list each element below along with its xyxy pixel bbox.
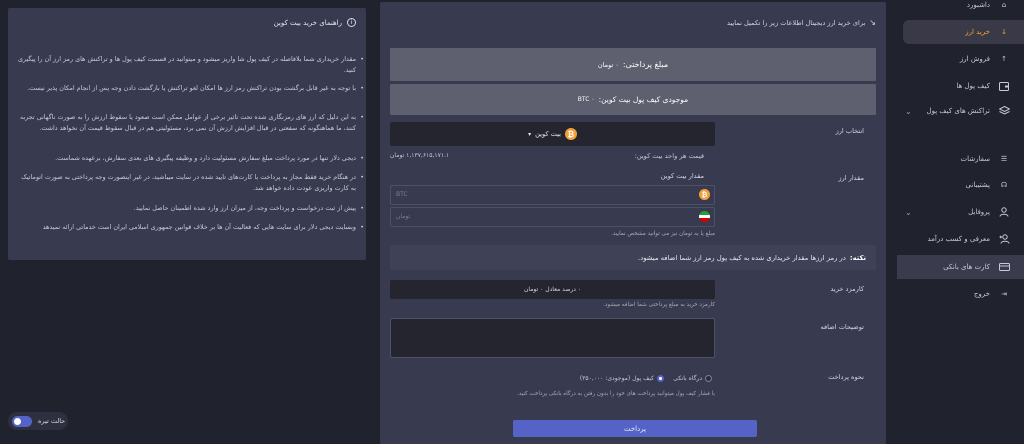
- fee-value: ۰ درصد معادل ۰ تومان: [523, 286, 582, 293]
- sidebar-item-bank-cards[interactable]: کارت های بانکی: [897, 255, 1024, 279]
- trend-down-icon: ↘: [869, 18, 876, 27]
- guide-bullet: دیجی دلار تنها در مورد پرداخت مبلغ سفارش…: [16, 153, 364, 164]
- fee-label: کارمزد خرید: [830, 285, 864, 293]
- method-wallet-option[interactable]: کیف پول (موجودی: ۳۵۰,۰۰۰): [580, 375, 664, 382]
- user-plus-icon: [998, 233, 1010, 245]
- method-gateway-label: درگاه بانکی: [673, 375, 702, 382]
- card-icon: [998, 261, 1010, 273]
- chevron-down-icon: ⌄: [905, 106, 912, 116]
- unit-price-label: قیمت هر واحد بیت کوین:: [634, 152, 704, 160]
- btc-amount-input[interactable]: ₿ BTC: [390, 185, 715, 205]
- sidebar-item-wallets[interactable]: کیف پول ها: [897, 74, 1024, 98]
- sidebar-item-label: پشتیبانی: [965, 181, 990, 189]
- sidebar-item-profile[interactable]: پروفایل ⌄: [897, 200, 1024, 224]
- unit-price-value: ۱,۱۳۷,۶۱۵,۱۷۱.۱ تومان: [390, 152, 450, 159]
- payment-amount-box: مبلغ پرداختی: ۰ تومان: [390, 48, 876, 81]
- btc-placeholder: BTC: [396, 191, 408, 198]
- arrow-down-icon: ↓: [1001, 28, 1007, 36]
- fee-field: ۰ درصد معادل ۰ تومان: [390, 280, 715, 299]
- sidebar-item-label: فروش ارز: [959, 55, 990, 63]
- headset-icon: ☊: [1000, 181, 1008, 189]
- buy-form-panel: ↘ برای خرید ارز دیجیتال اطلاعات زیر را ت…: [380, 2, 886, 444]
- guide-bullet: وبسایت دیجی دلار برای سایت هایی که فعالی…: [16, 222, 364, 233]
- iran-flag-icon: [699, 211, 710, 222]
- sidebar-item-label: خروج: [973, 290, 990, 298]
- sidebar-item-logout[interactable]: ⇥ خروج: [897, 282, 1024, 306]
- amount-hint: مبلغ یا به تومان نیز می توانید مشخص نمای…: [611, 231, 715, 237]
- balance-label: موجودی کیف پول بیت کوین:: [598, 95, 689, 104]
- chevron-down-icon: ⌄: [905, 207, 912, 217]
- guide-panel: i راهنمای خرید بیت کوین مقدار خریداری شم…: [8, 8, 366, 260]
- layers-icon: [998, 105, 1010, 117]
- balance-box: موجودی کیف پول بیت کوین: ۰ BTC: [390, 84, 876, 115]
- sidebar-item-dashboard[interactable]: ⌂ داشبورد: [897, 0, 1024, 17]
- balance-value: ۰ BTC: [577, 96, 595, 103]
- amount-label: مقدار ارز: [838, 174, 864, 182]
- sidebar-item-wallet-transactions[interactable]: تراکنش های کیف پول ⌄: [897, 99, 1024, 123]
- sidebar-item-label: تراکنش های کیف پول: [926, 107, 990, 115]
- payment-method-label: نحوه پرداخت: [828, 373, 864, 381]
- guide-bullet: به این دلیل که ارز های رمزنگاری شده تحت …: [16, 112, 364, 134]
- note-text: در رمز ارزها مقدار خریداری شده به کیف پو…: [638, 253, 846, 262]
- info-icon: i: [347, 18, 356, 27]
- form-intro: ↘ برای خرید ارز دیجیتال اطلاعات زیر را ت…: [727, 18, 876, 27]
- guide-title: راهنمای خرید بیت کوین: [273, 18, 342, 27]
- sidebar-item-support[interactable]: ☊ پشتیبانی: [897, 173, 1024, 197]
- form-intro-text: برای خرید ارز دیجیتال اطلاعات زیر را تکم…: [726, 18, 866, 27]
- sidebar-item-buy[interactable]: ↓ خرید ارز: [903, 20, 1024, 44]
- bitcoin-icon: ₿: [564, 128, 577, 140]
- dark-mode-label: حالت تیره: [38, 417, 66, 425]
- currency-selected: بیت کوین: [535, 130, 561, 138]
- method-wallet-label: کیف پول (موجودی: ۳۵۰,۰۰۰): [579, 375, 654, 382]
- notes-textarea[interactable]: [390, 318, 715, 358]
- bitcoin-icon: ₿: [699, 189, 710, 200]
- sidebar-item-label: معرفی و کسب درآمد: [927, 235, 990, 243]
- payment-label: مبلغ پرداختی:: [622, 60, 669, 69]
- home-icon: ⌂: [1001, 1, 1007, 9]
- sidebar-item-sell[interactable]: ↑ فروش ارز: [897, 47, 1024, 71]
- guide-bullet: با توجه به غیر قابل برگشت بودن تراکنش رم…: [16, 83, 364, 94]
- pay-button[interactable]: پرداخت: [513, 420, 757, 437]
- list-icon: ☰: [1000, 155, 1008, 163]
- currency-select[interactable]: ₿ بیت کوین ▾: [390, 122, 715, 146]
- note-box: نکته: در رمز ارزها مقدار خریداری شده به …: [390, 245, 876, 270]
- toggle-switch[interactable]: [12, 415, 32, 427]
- sidebar-item-label: کارت های بانکی: [943, 263, 990, 271]
- sidebar: ⌂ داشبورد ↓ خرید ارز ↑ فروش ارز کیف پول …: [897, 0, 1024, 444]
- radio-gateway[interactable]: [705, 375, 712, 382]
- radio-wallet[interactable]: [657, 375, 664, 382]
- method-hint: با فشار کیف پول میتوانید پرداخت های خود …: [516, 391, 715, 397]
- sidebar-item-referral[interactable]: معرفی و کسب درآمد: [897, 227, 1024, 251]
- sidebar-item-label: کیف پول ها: [956, 82, 990, 90]
- dark-mode-toggle[interactable]: حالت تیره: [8, 412, 68, 430]
- user-icon: [998, 206, 1010, 218]
- payment-value: ۰ تومان: [597, 60, 619, 69]
- sidebar-item-label: سفارشات: [960, 155, 990, 163]
- arrow-up-icon: ↑: [1001, 55, 1007, 63]
- toman-placeholder: تومان: [396, 213, 411, 220]
- method-gateway-option[interactable]: درگاه بانکی: [673, 375, 712, 382]
- guide-bullet: در هنگام خرید فقط مجاز به پرداخت با کارت…: [16, 172, 364, 194]
- guide-header: i راهنمای خرید بیت کوین: [274, 18, 356, 27]
- guide-bullet: مقدار خریداری شما بلافاصله در کیف پول شا…: [16, 54, 364, 76]
- currency-label: انتخاب ارز: [835, 127, 864, 135]
- caret-down-icon: ▾: [528, 130, 532, 138]
- notes-label: توضیحات اضافه: [820, 323, 864, 331]
- fee-hint: کارمزد خرید به مبلغ پرداختی شما اضافه می…: [603, 302, 715, 308]
- note-label: نکته:: [849, 253, 866, 262]
- sidebar-item-orders[interactable]: ☰ سفارشات: [897, 147, 1024, 171]
- sidebar-item-label: داشبورد: [966, 1, 990, 9]
- guide-bullet: پیش از ثبت درخواست و پرداخت وجه، از میزا…: [16, 203, 364, 214]
- logout-icon: ⇥: [1001, 290, 1007, 298]
- sidebar-item-label: خرید ارز: [965, 28, 990, 36]
- wallet-icon: [998, 80, 1010, 92]
- toman-amount-input[interactable]: تومان: [390, 207, 715, 227]
- amount-sub-label: مقدار بیت کوین: [660, 172, 704, 180]
- sidebar-item-label: پروفایل: [968, 208, 990, 216]
